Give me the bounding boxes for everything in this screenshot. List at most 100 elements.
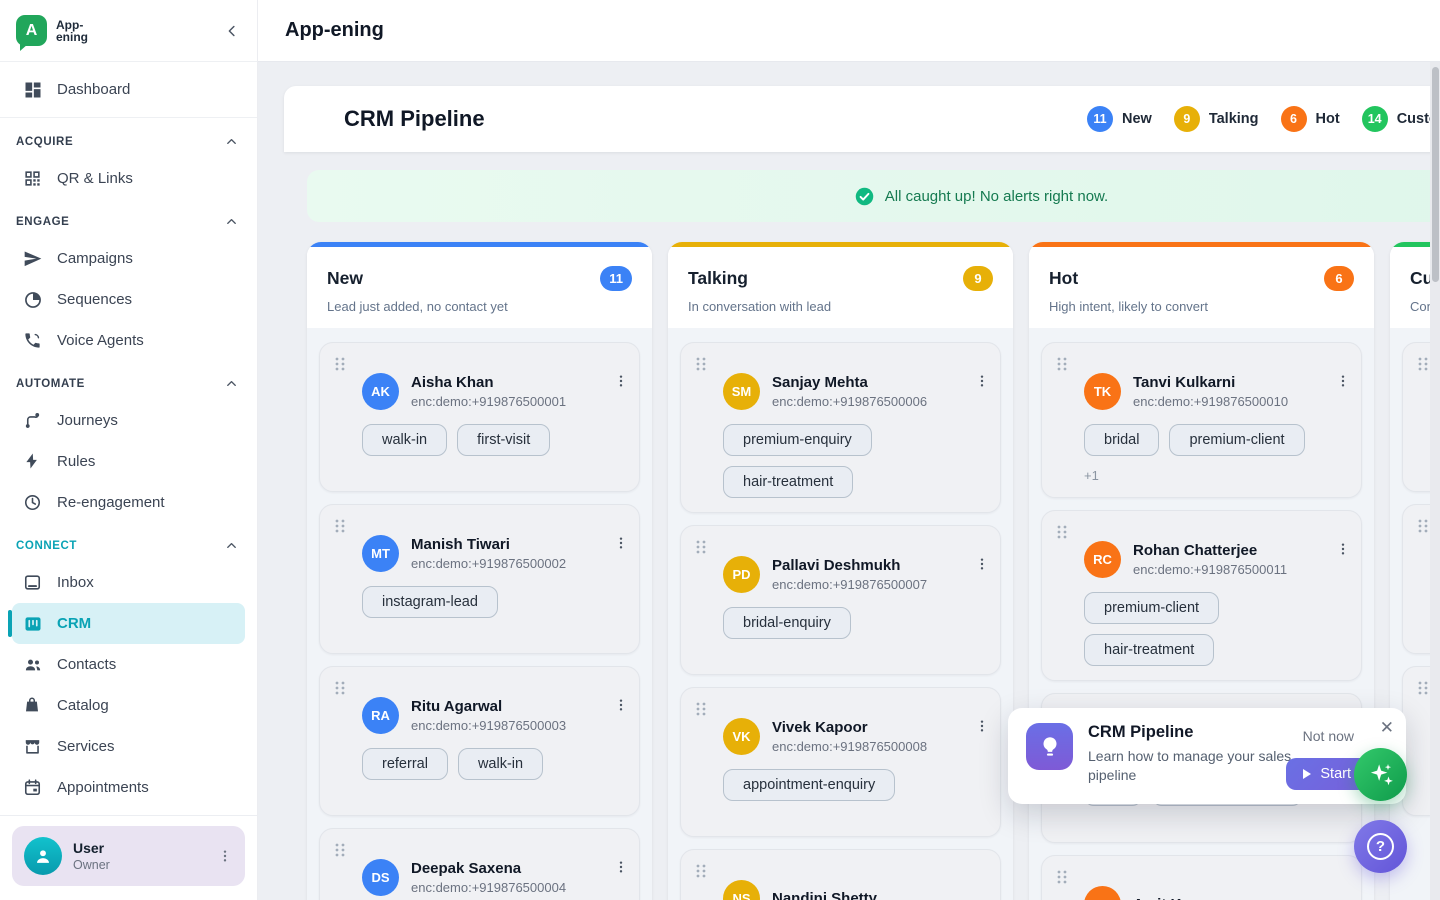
- card-menu-button[interactable]: [613, 373, 629, 392]
- kebab-icon: [613, 535, 629, 551]
- tag: first-visit: [457, 424, 550, 456]
- divider: [0, 117, 257, 118]
- avatar: SM: [723, 373, 760, 410]
- kebab-icon: [974, 556, 990, 572]
- sidebar-item-dashboard[interactable]: Dashboard: [12, 69, 245, 110]
- drag-handle-icon[interactable]: [1417, 356, 1429, 372]
- avatar: PD: [723, 556, 760, 593]
- section-header-engage[interactable]: ENGAGE: [0, 205, 257, 238]
- card-menu-button[interactable]: [1335, 541, 1351, 560]
- column-body: SM Sanjay Mehta enc:demo:+919876500006 p…: [668, 328, 1013, 900]
- sidebar-item-journeys[interactable]: Journeys: [12, 400, 245, 441]
- help-fab[interactable]: ?: [1354, 820, 1407, 873]
- logo-row: A App-ening: [0, 0, 257, 62]
- sidebar-item-catalog[interactable]: Catalog: [12, 685, 245, 726]
- tag: referral: [362, 748, 448, 780]
- drag-handle-icon[interactable]: [1417, 518, 1429, 534]
- chevron-up-icon: [224, 376, 239, 391]
- avatar: AK: [362, 373, 399, 410]
- lead-card[interactable]: PD Pallavi Deshmukh enc:demo:+9198765000…: [680, 525, 1001, 675]
- card-menu-button[interactable]: [613, 535, 629, 554]
- scrollbar-thumb[interactable]: [1432, 67, 1439, 282]
- card-menu-button[interactable]: [613, 697, 629, 716]
- lead-phone: enc:demo:+919876500007: [772, 576, 927, 593]
- avatar: DS: [362, 859, 399, 896]
- sidebar-item-crm[interactable]: CRM: [12, 603, 245, 644]
- sparkles-icon: [1366, 760, 1396, 790]
- drag-handle-icon[interactable]: [695, 701, 707, 717]
- sidebar-item-campaigns[interactable]: Campaigns: [12, 238, 245, 279]
- card-menu-button[interactable]: [974, 373, 990, 392]
- app-logo: A: [16, 15, 47, 46]
- card-menu-button[interactable]: [974, 718, 990, 737]
- section-header-acquire[interactable]: ACQUIRE: [0, 125, 257, 158]
- lead-name: Deepak Saxena: [411, 859, 566, 878]
- column-body: AK Aisha Khan enc:demo:+919876500001 wal…: [307, 328, 652, 900]
- question-mark-icon: ?: [1367, 833, 1394, 860]
- tag: hair-treatment: [1084, 634, 1214, 666]
- user-menu-button[interactable]: [217, 848, 233, 864]
- sidebar-collapse-button[interactable]: [223, 22, 241, 40]
- ai-assistant-fab[interactable]: [1354, 748, 1407, 801]
- lead-card[interactable]: RC Rohan Chatterjee enc:demo:+9198765000…: [1041, 510, 1362, 681]
- stat-count-badge: 6: [1281, 106, 1307, 132]
- sidebar-item-services[interactable]: Services: [12, 726, 245, 767]
- kebab-icon: [613, 697, 629, 713]
- drag-handle-icon[interactable]: [695, 356, 707, 372]
- lead-card[interactable]: VK Vivek Kapoor enc:demo:+919876500008 a…: [680, 687, 1001, 837]
- lead-phone: enc:demo:+919876500001: [411, 393, 566, 410]
- drag-handle-icon[interactable]: [334, 680, 346, 696]
- vertical-scrollbar[interactable]: [1430, 62, 1440, 900]
- lead-phone: enc:demo:+919876500008: [772, 738, 927, 755]
- user-role: Owner: [73, 858, 110, 873]
- lightbulb-icon: [1026, 723, 1073, 770]
- sidebar-item-contacts[interactable]: Contacts: [12, 644, 245, 685]
- lead-card[interactable]: RA Ritu Agarwal enc:demo:+919876500003 r…: [319, 666, 640, 816]
- sidebar-item-qr-links[interactable]: QR & Links: [12, 158, 245, 199]
- drag-handle-icon[interactable]: [695, 539, 707, 555]
- kebab-icon: [974, 718, 990, 734]
- lead-card[interactable]: AK Aisha Khan enc:demo:+919876500001 wal…: [319, 342, 640, 492]
- lead-card[interactable]: NS Nandini Shetty: [680, 849, 1001, 900]
- user-card[interactable]: User Owner: [12, 826, 245, 886]
- sidebar-item-re-engagement[interactable]: Re-engagement: [12, 482, 245, 523]
- lead-card[interactable]: AK Amit Kumar: [1041, 855, 1362, 900]
- person-icon: [32, 845, 54, 867]
- stat-customer: 14 Customer: [1362, 106, 1440, 132]
- send-icon: [23, 249, 43, 269]
- not-now-button[interactable]: Not now: [1303, 728, 1354, 744]
- calendar-icon: [23, 778, 43, 798]
- lead-name: Tanvi Kulkarni: [1133, 373, 1288, 392]
- lead-card[interactable]: SM Sanjay Mehta enc:demo:+919876500006 p…: [680, 342, 1001, 513]
- card-menu-button[interactable]: [1335, 373, 1351, 392]
- sidebar-item-inbox[interactable]: Inbox: [12, 562, 245, 603]
- topbar: App-ening: [258, 0, 1440, 62]
- drag-handle-icon[interactable]: [1056, 356, 1068, 372]
- lead-card[interactable]: DS Deepak Saxena enc:demo:+919876500004: [319, 828, 640, 900]
- card-menu-button[interactable]: [974, 556, 990, 575]
- column-subtitle: Lead just added, no contact yet: [327, 299, 632, 314]
- drag-handle-icon[interactable]: [695, 863, 707, 879]
- chevron-up-icon: [224, 214, 239, 229]
- section-header-connect[interactable]: CONNECT: [0, 529, 257, 562]
- column-count-badge: 11: [600, 266, 632, 291]
- bag-icon: [23, 696, 43, 716]
- sidebar-item-rules[interactable]: Rules: [12, 441, 245, 482]
- drag-handle-icon[interactable]: [334, 842, 346, 858]
- drag-handle-icon[interactable]: [334, 356, 346, 372]
- lead-card[interactable]: TK Tanvi Kulkarni enc:demo:+919876500010…: [1041, 342, 1362, 498]
- drag-handle-icon[interactable]: [1056, 869, 1068, 885]
- close-icon[interactable]: ✕: [1380, 718, 1394, 738]
- sidebar-item-sequences[interactable]: Sequences: [12, 279, 245, 320]
- sidebar-item-voice-agents[interactable]: Voice Agents: [12, 320, 245, 361]
- tag: premium-client: [1169, 424, 1304, 456]
- sidebar-item-appointments[interactable]: Appointments: [12, 767, 245, 808]
- section-header-automate[interactable]: AUTOMATE: [0, 367, 257, 400]
- storefront-icon: [23, 737, 43, 757]
- lead-card[interactable]: MT Manish Tiwari enc:demo:+919876500002 …: [319, 504, 640, 654]
- card-menu-button[interactable]: [613, 859, 629, 878]
- drag-handle-icon[interactable]: [1417, 680, 1429, 696]
- drag-handle-icon[interactable]: [334, 518, 346, 534]
- column-subtitle: High intent, likely to convert: [1049, 299, 1354, 314]
- drag-handle-icon[interactable]: [1056, 524, 1068, 540]
